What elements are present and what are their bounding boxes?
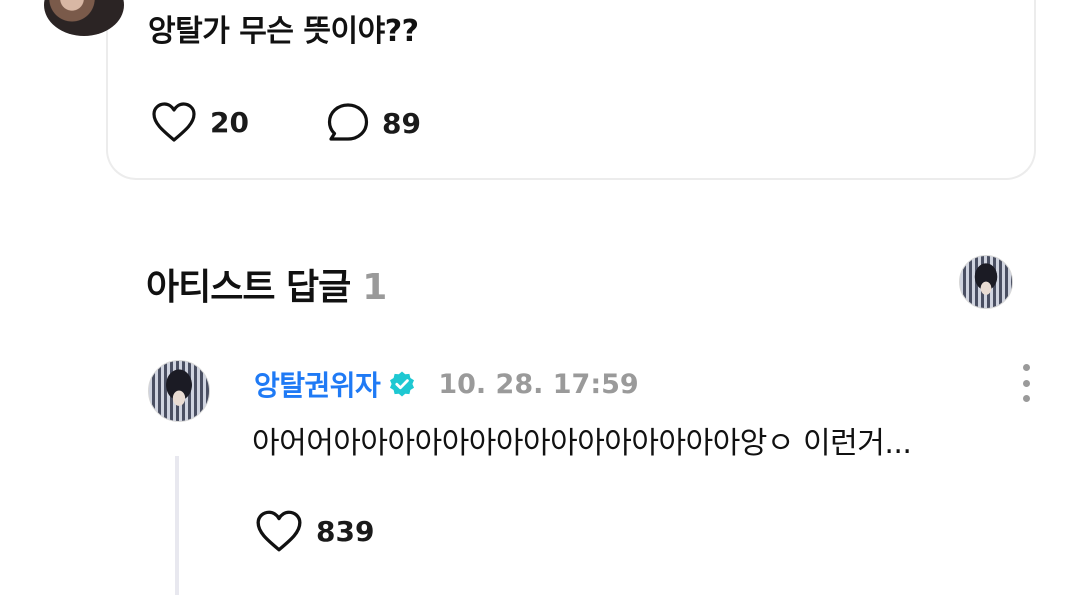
artist-replies-count: 1 (362, 267, 387, 308)
artist-replies-header: 아티스트 답글 1 (146, 258, 387, 310)
artist-avatar-header[interactable] (959, 255, 1013, 309)
reply-timestamp: 10. 28. 17:59 (438, 368, 639, 400)
post-comment-count: 89 (382, 106, 421, 140)
artist-replies-title: 아티스트 답글 (146, 267, 351, 308)
more-dot (1022, 364, 1030, 371)
reply-text: 아어어아아아아아아아아아아아아아아아앙ㅇ 이런거... (252, 426, 912, 461)
post-like-count: 20 (210, 105, 249, 139)
more-dot (1022, 379, 1030, 387)
more-dot (1022, 395, 1030, 402)
reply-like-count: 839 (316, 514, 375, 548)
thread-line (175, 456, 179, 595)
post-comment-button[interactable]: 89 (326, 102, 421, 144)
more-vertical-icon[interactable] (1015, 364, 1037, 402)
heart-outline-icon (152, 102, 196, 142)
reply-author-name[interactable]: 앙탈권위자 (254, 364, 381, 404)
reply-meta: 앙탈권위자 10. 28. 17:59 (254, 364, 639, 404)
post-text: 앙탈가 무슨 뜻이야?? (148, 14, 419, 49)
verified-badge-icon (390, 371, 415, 397)
post-like-button[interactable]: 20 (150, 100, 249, 144)
reply-like-button[interactable]: 839 (254, 508, 374, 554)
reply-author-avatar[interactable] (148, 360, 210, 422)
heart-outline-icon (256, 510, 302, 552)
speech-bubble-icon (327, 103, 369, 141)
